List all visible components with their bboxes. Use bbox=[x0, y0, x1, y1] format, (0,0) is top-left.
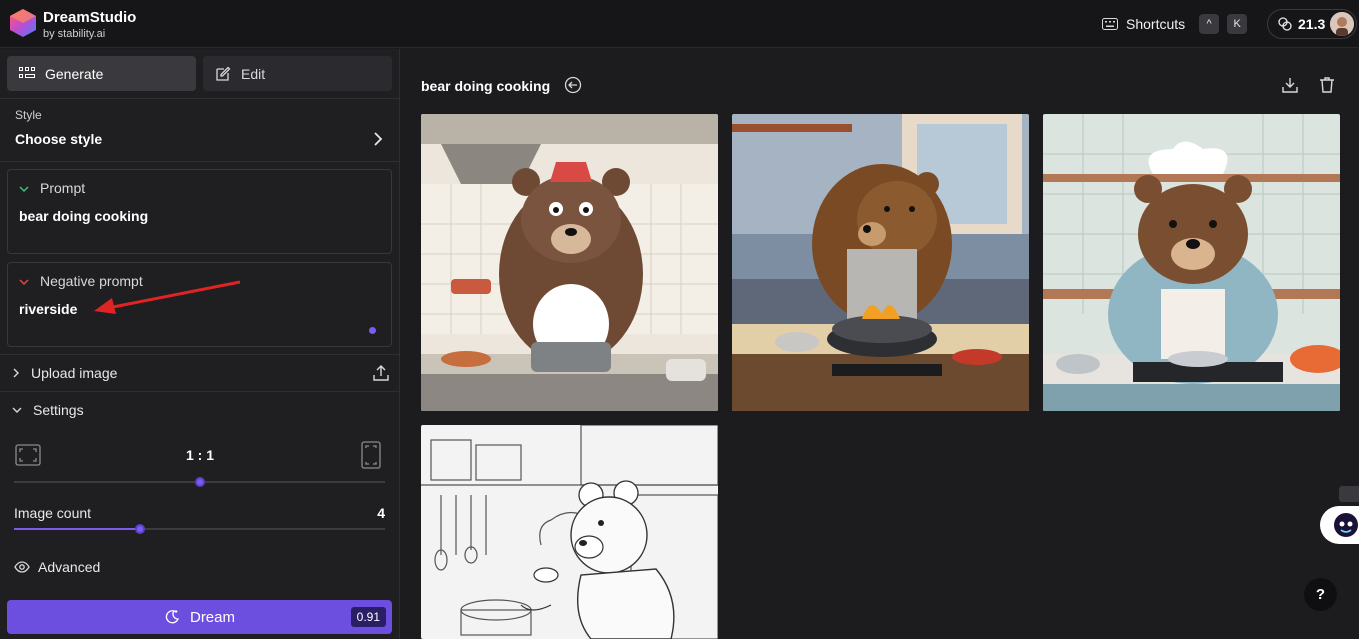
prompt-panel: Prompt bear doing cooking bbox=[7, 169, 392, 254]
tab-edit[interactable]: Edit bbox=[203, 56, 392, 91]
keyboard-icon bbox=[1102, 18, 1118, 30]
result-image-4[interactable] bbox=[421, 425, 718, 639]
moon-sparkle-icon bbox=[165, 610, 179, 624]
sidebar: Generate Edit Style Choose style Prompt … bbox=[0, 49, 400, 639]
landscape-ratio-icon[interactable] bbox=[15, 444, 41, 466]
tab-generate[interactable]: Generate bbox=[7, 56, 196, 91]
edit-icon bbox=[216, 66, 231, 81]
tab-edit-label: Edit bbox=[241, 65, 266, 82]
back-arrow-icon[interactable] bbox=[564, 76, 582, 94]
portrait-ratio-icon[interactable] bbox=[361, 441, 381, 469]
image-count-value: 4 bbox=[377, 505, 385, 521]
top-bar: DreamStudio by stability.ai Shortcuts ^ … bbox=[0, 0, 1359, 48]
results-title: bear doing cooking bbox=[421, 78, 551, 94]
app-subtitle: by stability.ai bbox=[43, 28, 106, 40]
tab-generate-label: Generate bbox=[45, 65, 104, 82]
trash-icon[interactable] bbox=[1318, 76, 1336, 94]
negative-prompt-input[interactable]: riverside bbox=[19, 301, 77, 317]
image-count-slider-fill bbox=[14, 528, 141, 530]
settings-label: Settings bbox=[33, 402, 84, 418]
user-avatar[interactable] bbox=[1330, 12, 1354, 36]
eye-icon bbox=[14, 561, 30, 573]
chevron-down-icon[interactable] bbox=[19, 277, 29, 287]
image-count-slider-thumb[interactable] bbox=[135, 524, 146, 534]
upload-icon[interactable] bbox=[372, 364, 390, 382]
chevron-right-icon[interactable] bbox=[371, 131, 385, 147]
chatbot-icon bbox=[1334, 513, 1358, 537]
credits-icon bbox=[1278, 17, 1292, 31]
chevron-down-icon[interactable] bbox=[19, 184, 29, 194]
grid-icon bbox=[19, 66, 35, 78]
upload-image-row[interactable]: Upload image bbox=[0, 355, 400, 391]
shortcuts-button[interactable]: Shortcuts ^ K bbox=[1102, 13, 1248, 35]
shortcut-key-k: K bbox=[1227, 14, 1248, 34]
annotation-arrow bbox=[94, 280, 241, 314]
upload-image-label: Upload image bbox=[31, 365, 118, 381]
shortcut-key-ctrl: ^ bbox=[1199, 14, 1220, 34]
divider bbox=[0, 161, 400, 162]
dreamstudio-logo-icon[interactable] bbox=[8, 8, 38, 38]
chevron-right-icon bbox=[13, 368, 19, 378]
settings-row[interactable]: Settings bbox=[0, 392, 400, 428]
result-image-1[interactable] bbox=[421, 114, 718, 411]
result-image-2[interactable] bbox=[732, 114, 1029, 411]
status-dot bbox=[369, 327, 376, 334]
dream-cost-badge: 0.91 bbox=[350, 607, 386, 627]
help-button[interactable]: ? bbox=[1304, 578, 1337, 611]
style-selector[interactable]: Choose style bbox=[15, 131, 102, 147]
advanced-label: Advanced bbox=[38, 559, 101, 575]
aspect-ratio-value: 1 : 1 bbox=[185, 447, 214, 463]
image-count-slider[interactable] bbox=[14, 524, 385, 534]
shortcuts-label: Shortcuts bbox=[1126, 16, 1186, 32]
credits-value: 21.3 bbox=[1298, 16, 1326, 32]
prompt-input[interactable]: bear doing cooking bbox=[19, 208, 148, 224]
assistant-widget[interactable] bbox=[1320, 506, 1359, 544]
aspect-ratio-slider[interactable] bbox=[14, 477, 385, 487]
dream-label: Dream bbox=[189, 608, 235, 626]
aspect-ratio-slider-thumb[interactable] bbox=[194, 477, 205, 487]
image-count-label: Image count bbox=[14, 505, 92, 521]
app-title: DreamStudio bbox=[43, 9, 137, 26]
result-image-3[interactable] bbox=[1043, 114, 1340, 411]
advanced-toggle[interactable]: Advanced bbox=[14, 559, 100, 575]
download-icon[interactable] bbox=[1281, 76, 1299, 94]
divider bbox=[0, 98, 400, 99]
chevron-down-icon bbox=[12, 407, 22, 413]
side-panel-tab[interactable] bbox=[1339, 486, 1359, 502]
dream-button[interactable]: Dream 0.91 bbox=[7, 600, 392, 634]
prompt-title: Prompt bbox=[40, 180, 86, 196]
style-label: Style bbox=[15, 108, 42, 122]
